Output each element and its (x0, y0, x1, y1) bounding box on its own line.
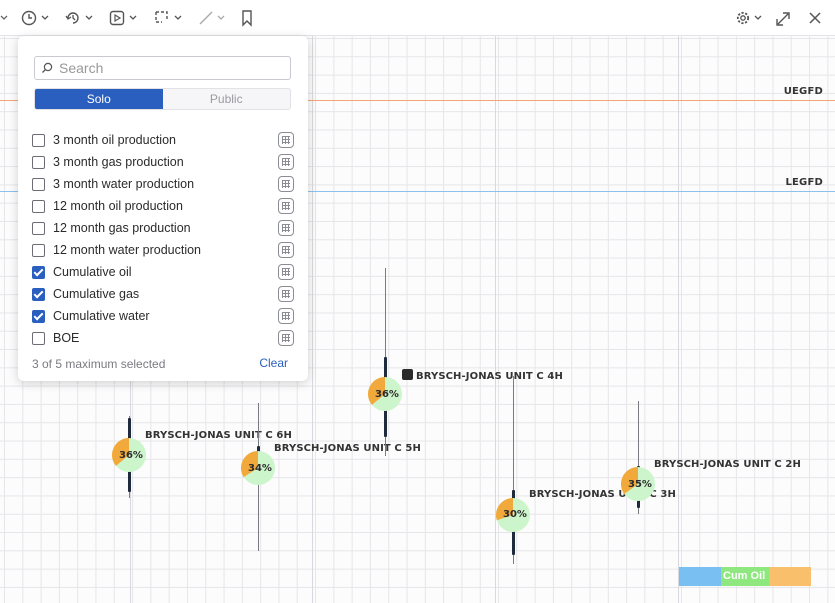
refresh-icon (65, 12, 79, 24)
checkbox[interactable] (32, 331, 45, 345)
attribute-item[interactable]: Cumulative gas (32, 283, 294, 305)
line-icon (199, 11, 213, 25)
well-label[interactable]: BRYSCH-JONAS UNIT C 6H (145, 430, 292, 441)
attribute-item-label: Cumulative gas (53, 287, 140, 301)
well-name: BRYSCH-JONAS UNIT C 4H (416, 371, 563, 382)
attribute-item-label: BOE (53, 331, 80, 345)
close-icon (809, 12, 821, 24)
attribute-item[interactable]: BOE (32, 327, 294, 349)
checkbox[interactable] (32, 243, 45, 257)
checkbox[interactable] (32, 199, 45, 213)
attribute-item-label: 3 month gas production (53, 155, 184, 169)
calculator-icon[interactable] (278, 330, 294, 346)
chevron-down-icon (754, 15, 762, 20)
chevron-down-icon (85, 15, 93, 20)
attribute-item[interactable]: Cumulative water (32, 305, 294, 327)
legend-label: Cum Oil (723, 570, 766, 582)
checkbox-checked[interactable] (32, 287, 45, 301)
attribute-item[interactable]: 3 month oil production (32, 129, 294, 151)
calculator-icon[interactable] (278, 220, 294, 236)
calculator-icon[interactable] (278, 308, 294, 324)
attribute-item[interactable]: 12 month oil production (32, 195, 294, 217)
horizon-label-legfd: LEGFD (785, 177, 823, 188)
checkbox[interactable] (32, 155, 45, 169)
chevron-down-icon (129, 15, 137, 20)
attribute-item-label: 12 month water production (53, 243, 202, 257)
horizon-label-uegfd: UEGFD (783, 86, 823, 97)
partial-chevron-icon[interactable] (0, 8, 8, 28)
well-label[interactable]: BRYSCH-JONAS UNIT C 2H (654, 459, 801, 470)
settings-button[interactable] (735, 8, 763, 28)
attribute-item[interactable]: Cumulative oil (32, 261, 294, 283)
checkbox[interactable] (32, 177, 45, 191)
attribute-item[interactable]: 3 month gas production (32, 151, 294, 173)
attribute-item-label: 12 month oil production (53, 199, 183, 213)
phone-icon (402, 369, 413, 380)
attribute-item-label: 3 month oil production (53, 133, 176, 147)
toolbar (0, 0, 835, 36)
search-icon (42, 62, 53, 73)
calculator-icon[interactable] (278, 264, 294, 280)
chevron-down-icon (174, 15, 182, 20)
checkbox-checked[interactable] (32, 309, 45, 323)
calculator-icon[interactable] (278, 132, 294, 148)
bookmark-icon (242, 10, 252, 27)
attribute-dropdown-panel: Solo Public 3 month oil production3 mont… (18, 36, 308, 381)
well-pie-label: 36% (375, 389, 399, 400)
close-button[interactable] (807, 8, 823, 28)
well-name: BRYSCH-JONAS UNIT C 5H (274, 443, 421, 454)
well-label[interactable]: BRYSCH-JONAS UNIT C 4H (402, 369, 563, 382)
tab-public[interactable]: Public (162, 89, 290, 109)
well-name: BRYSCH-JONAS UNIT C 6H (145, 430, 292, 441)
calculator-icon[interactable] (278, 242, 294, 258)
checkbox[interactable] (32, 221, 45, 235)
search-input[interactable] (59, 60, 279, 76)
calculator-icon[interactable] (278, 286, 294, 302)
calculator-icon[interactable] (278, 154, 294, 170)
history-tool-button[interactable] (64, 8, 94, 28)
clear-button[interactable]: Clear (259, 356, 288, 370)
checkbox-checked[interactable] (32, 265, 45, 279)
selected-count: 3 of 5 maximum selected (32, 357, 166, 371)
attribute-list: 3 month oil production 3 month gas produc… (32, 129, 294, 349)
chevron-down-icon (41, 15, 49, 20)
play-tool-button[interactable] (108, 8, 138, 28)
attribute-item[interactable]: 12 month gas production (32, 217, 294, 239)
bookmark-button[interactable] (240, 8, 254, 28)
well-pie-label: 34% (248, 463, 272, 474)
attribute-item-label: Cumulative water (53, 309, 150, 323)
well-pie-label: 36% (119, 450, 143, 461)
lasso-tool-button[interactable] (153, 8, 183, 28)
search-box[interactable] (34, 56, 291, 80)
grid-major-line (678, 36, 679, 603)
attribute-item-label: 12 month gas production (53, 221, 191, 235)
play-box-icon (109, 10, 125, 26)
app-root: UEGFD LEGFD 36% BRYSCH-JONAS UNIT C 6H 3… (0, 0, 835, 603)
expand-icon (776, 12, 790, 26)
checkbox[interactable] (32, 133, 45, 147)
clock-tool-button[interactable] (20, 8, 50, 28)
calculator-icon[interactable] (278, 198, 294, 214)
legend-segment (679, 567, 721, 586)
well-pie-label: 35% (628, 479, 652, 490)
color-legend-bar[interactable]: Cum Oil (679, 567, 811, 586)
attribute-item[interactable]: 12 month water production (32, 239, 294, 261)
lasso-icon (155, 11, 168, 23)
attribute-item-label: Cumulative oil (53, 265, 132, 279)
chevron-down-icon (217, 15, 225, 20)
line-tool-button[interactable] (198, 8, 226, 28)
expand-button[interactable] (775, 8, 791, 28)
tab-solo[interactable]: Solo (35, 89, 163, 109)
gear-icon (736, 11, 750, 25)
well-name: BRYSCH-JONAS UNIT C 2H (654, 459, 801, 470)
legend-segment (769, 567, 811, 586)
scope-toggle: Solo Public (34, 88, 291, 110)
attribute-item[interactable]: 3 month water production (32, 173, 294, 195)
grid-major-line (312, 36, 313, 603)
attribute-item-label: 3 month water production (53, 177, 195, 191)
clock-icon (21, 10, 37, 26)
calculator-icon[interactable] (278, 176, 294, 192)
well-label[interactable]: BRYSCH-JONAS UNIT C 5H (274, 443, 421, 454)
well-pie-label: 30% (503, 509, 527, 520)
